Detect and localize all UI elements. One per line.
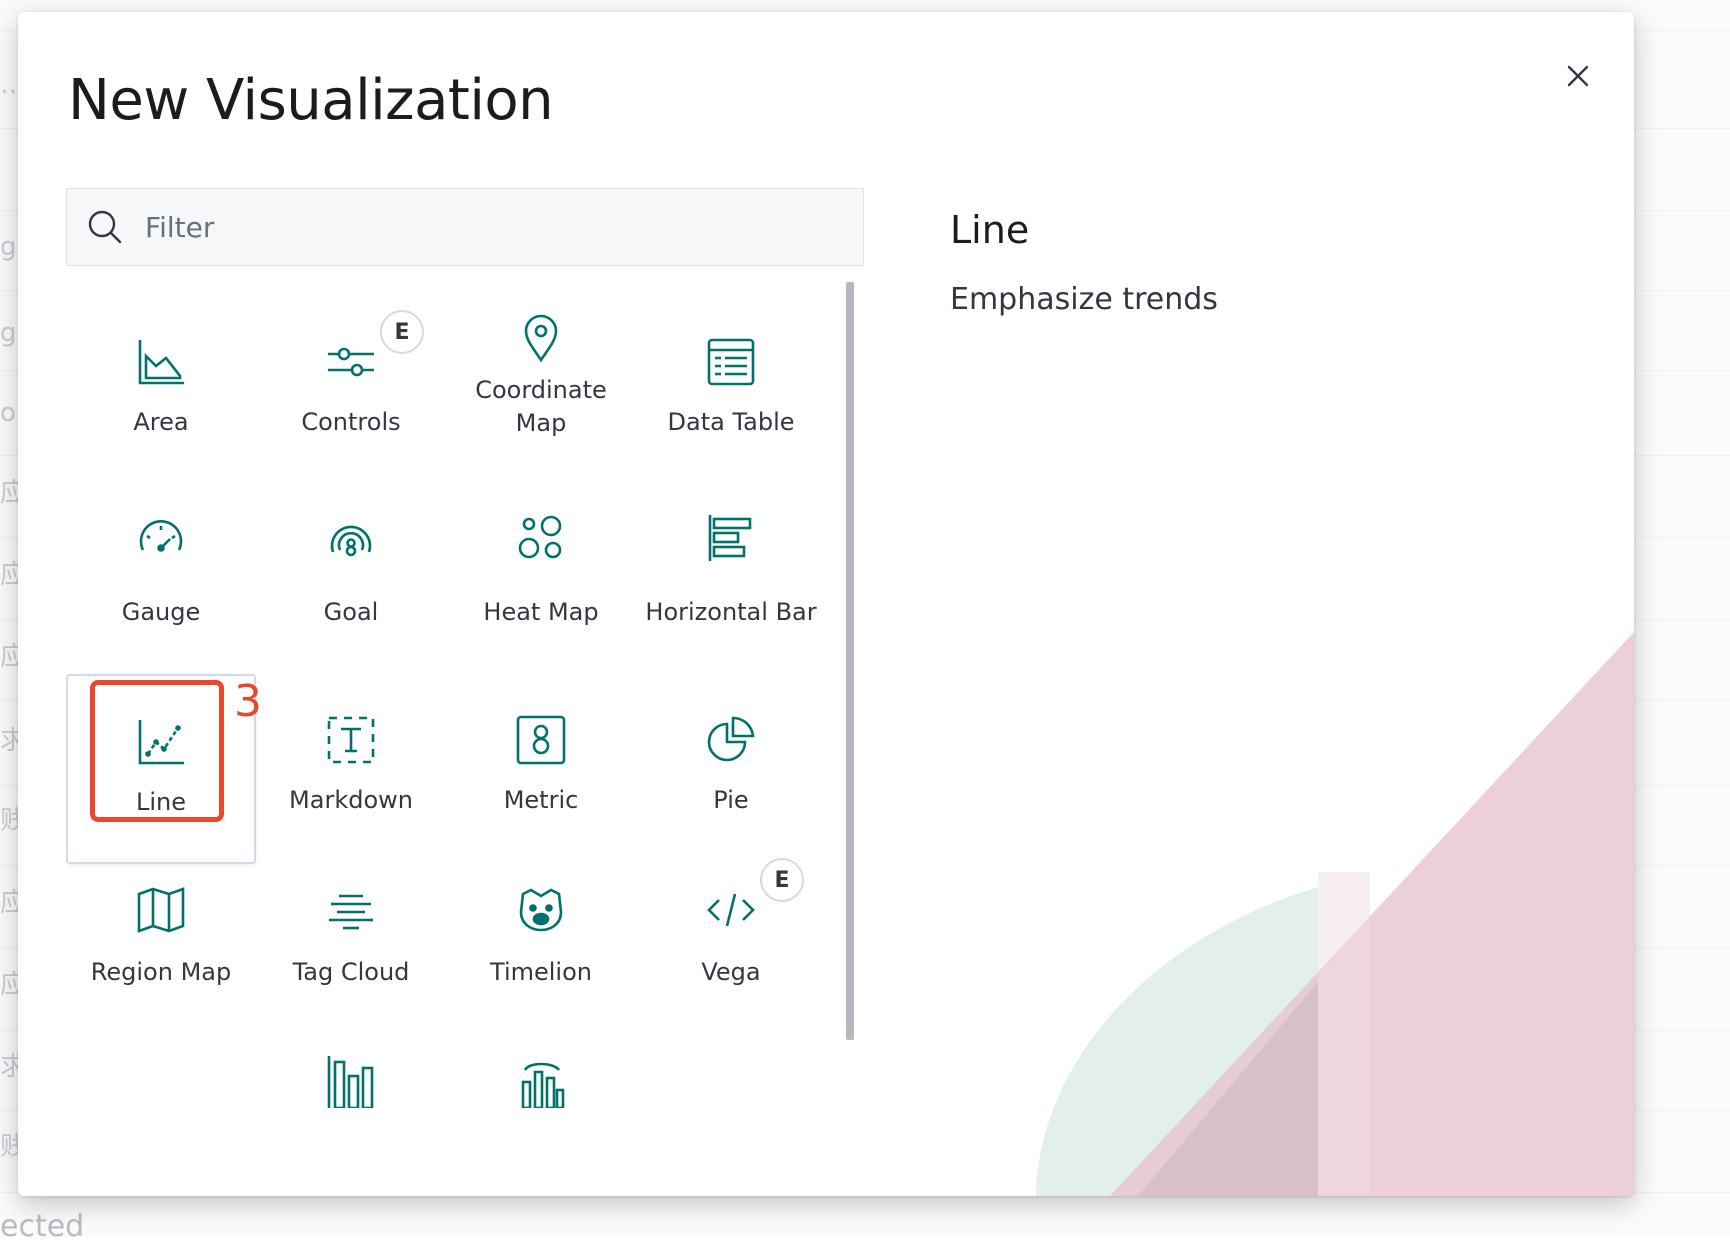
tile-label: Metric bbox=[503, 786, 579, 814]
vega-code-icon bbox=[703, 882, 759, 938]
tile-coordinate-map[interactable]: Coordinate Map bbox=[446, 294, 636, 484]
tile-data-table[interactable]: Data Table bbox=[636, 294, 826, 484]
experimental-badge: E bbox=[380, 310, 424, 354]
tile-label: Area bbox=[133, 408, 189, 436]
close-button[interactable] bbox=[1558, 56, 1598, 96]
markdown-icon bbox=[323, 712, 379, 768]
tile-pie[interactable]: Pie bbox=[636, 674, 826, 864]
tile-controls[interactable]: E Controls bbox=[256, 294, 446, 484]
visualization-grid: Area E Controls Coordinate Map Data Tabl… bbox=[66, 294, 866, 1196]
tile-horizontal-bar[interactable]: Horizontal Bar bbox=[636, 484, 826, 674]
table-icon bbox=[703, 334, 759, 390]
heat-map-icon bbox=[513, 510, 569, 566]
tile-label: Vega bbox=[701, 958, 761, 986]
tile-label: Markdown bbox=[289, 786, 413, 814]
new-visualization-modal: New Visualization Area bbox=[18, 12, 1634, 1196]
modal-title: New Visualization bbox=[68, 68, 554, 133]
description-text: Emphasize trends bbox=[950, 282, 1218, 317]
area-chart-icon bbox=[133, 334, 189, 390]
map-pin-icon bbox=[513, 310, 569, 366]
tile-label: Heat Map bbox=[483, 598, 599, 626]
tile-label: Controls bbox=[301, 408, 401, 436]
tile-gauge[interactable]: Gauge bbox=[66, 484, 256, 674]
pie-chart-icon bbox=[703, 712, 759, 768]
tile-label: Gauge bbox=[121, 598, 201, 626]
tile-vega[interactable]: E Vega bbox=[636, 858, 826, 1054]
region-map-icon bbox=[133, 882, 189, 938]
tile-label: Region Map bbox=[90, 958, 232, 986]
goal-icon bbox=[323, 510, 379, 566]
tile-area[interactable]: Area bbox=[66, 294, 256, 484]
search-icon bbox=[87, 209, 123, 245]
tag-cloud-icon bbox=[323, 882, 379, 938]
tile-tag-cloud[interactable]: Tag Cloud bbox=[256, 864, 446, 1054]
filter-input[interactable] bbox=[143, 209, 827, 245]
gauge-icon bbox=[133, 510, 189, 566]
description-title: Line bbox=[950, 208, 1030, 252]
tile-label: Tag Cloud bbox=[292, 958, 410, 986]
tile-label: Pie bbox=[713, 786, 749, 814]
tile-label: Timelion bbox=[490, 958, 592, 986]
vertical-bar-icon bbox=[323, 1054, 379, 1110]
tile-heat-map[interactable]: Heat Map bbox=[446, 484, 636, 674]
highlight-box bbox=[90, 680, 224, 822]
tile-timelion[interactable]: Timelion bbox=[446, 864, 636, 1054]
tile-label: Goal bbox=[323, 598, 379, 626]
close-icon bbox=[1567, 65, 1589, 87]
controls-icon bbox=[323, 334, 379, 390]
horizontal-bar-icon bbox=[703, 510, 759, 566]
metric-icon bbox=[513, 712, 569, 768]
filter-search-box[interactable] bbox=[66, 188, 864, 266]
tile-goal[interactable]: Goal bbox=[256, 484, 446, 674]
tile-markdown[interactable]: Markdown bbox=[256, 674, 446, 864]
experimental-badge: E bbox=[760, 858, 804, 902]
tile-region-map[interactable]: Region Map bbox=[66, 864, 256, 1054]
tile-metric[interactable]: Metric bbox=[446, 674, 636, 864]
tile-visual-builder[interactable] bbox=[446, 1054, 636, 1196]
timelion-icon bbox=[513, 882, 569, 938]
tile-label: Data Table bbox=[667, 408, 795, 436]
tile-label: Horizontal Bar bbox=[645, 598, 817, 626]
tile-label: Coordinate Map bbox=[475, 376, 607, 437]
tile-vertical-bar[interactable] bbox=[256, 1054, 446, 1196]
step-number: 3 bbox=[234, 676, 262, 727]
visual-builder-icon bbox=[513, 1054, 569, 1110]
